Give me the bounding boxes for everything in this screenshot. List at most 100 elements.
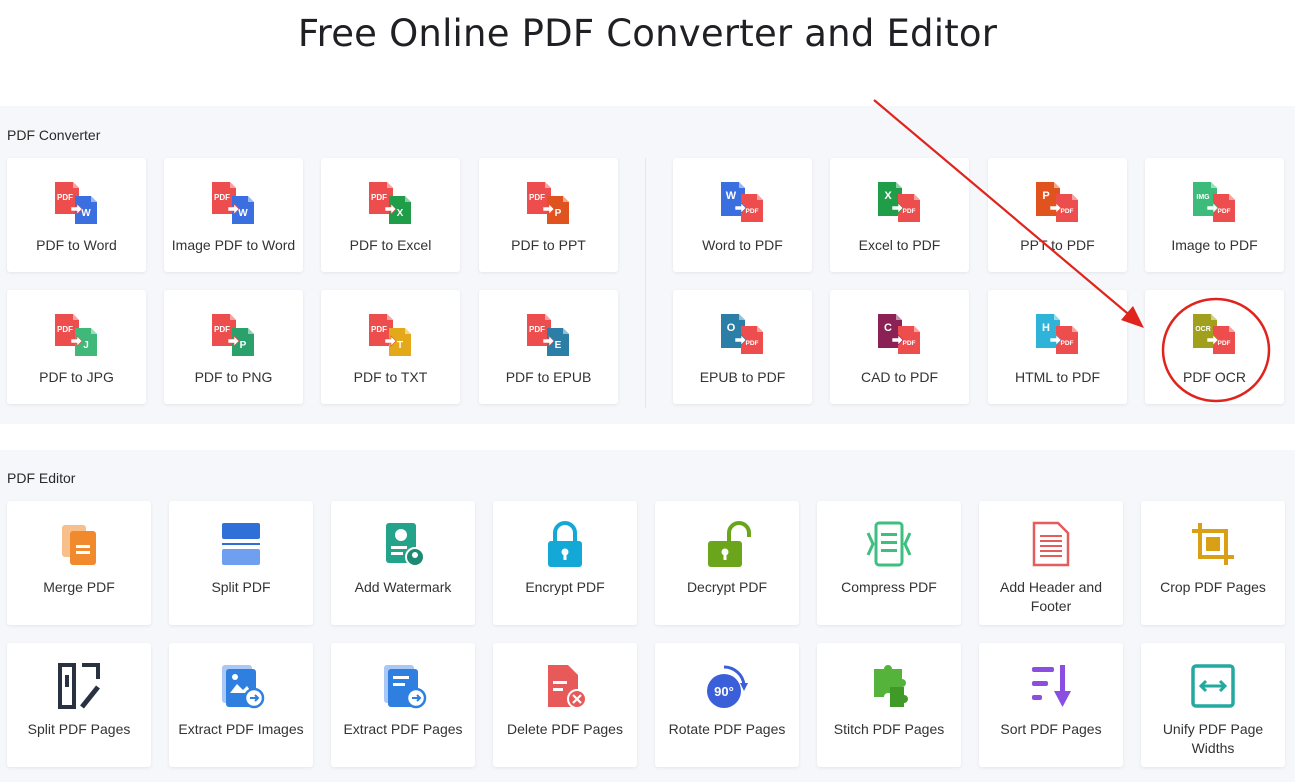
- rotate-pdf-pages-icon: 90°: [707, 665, 748, 708]
- tool-tile-sort-pdf-pages[interactable]: Sort PDF Pages: [979, 643, 1123, 767]
- tool-label: Delete PDF Pages: [507, 721, 623, 737]
- tool-label: Extract PDF Pages: [343, 721, 463, 737]
- tool-label: PDF OCR: [1183, 369, 1246, 385]
- pdf-to-word-icon: PDF W: [54, 182, 97, 224]
- pdf-tag: PDF: [1060, 208, 1073, 215]
- add-watermark-icon: [386, 523, 425, 567]
- section-heading: PDF Editor: [7, 470, 76, 486]
- sort-pdf-pages-icon: [1032, 665, 1071, 707]
- tool-tile-stitch-pdf-pages[interactable]: Stitch PDF Pages: [817, 643, 961, 767]
- pdf-tag: PDF: [1217, 340, 1230, 347]
- tool-label: EPUB to PDF: [699, 369, 786, 385]
- pdf-tag: PDF: [529, 193, 545, 202]
- format-badge: H: [1042, 322, 1050, 334]
- tool-label: Stitch PDF Pages: [833, 721, 945, 737]
- tool-label: PDF to EPUB: [505, 369, 592, 385]
- tool-label: Encrypt PDF: [525, 579, 605, 595]
- tool-tile-encrypt-pdf[interactable]: Encrypt PDF: [493, 501, 637, 625]
- tool-tile-pdf-to-excel[interactable]: PDF X PDF to Excel: [321, 158, 460, 272]
- tool-tile-unify-pdf-page-widths[interactable]: Unify PDF Page Widths: [1141, 643, 1285, 767]
- add-header-footer-icon: [1032, 521, 1070, 567]
- tool-tile-add-watermark[interactable]: Add Watermark: [331, 501, 475, 625]
- tool-tile-pdf-to-png[interactable]: PDF P PDF to PNG: [164, 290, 303, 404]
- tool-tile-image-pdf-to-word[interactable]: PDF W Image PDF to Word: [164, 158, 303, 272]
- pdf-tag: PDF: [214, 325, 230, 334]
- pdf-tag: PDF: [214, 193, 230, 202]
- tool-label: HTML to PDF: [1014, 369, 1101, 385]
- tool-label: Word to PDF: [702, 237, 783, 253]
- tool-tile-cad-to-pdf[interactable]: C PDF CAD to PDF: [830, 290, 969, 404]
- tool-tile-split-pdf[interactable]: Split PDF: [169, 501, 313, 625]
- pdf-to-png-icon: PDF P: [211, 314, 254, 356]
- tool-tile-pdf-to-word[interactable]: PDF W PDF to Word: [7, 158, 146, 272]
- tool-label: PDF to Word: [36, 237, 117, 253]
- tool-tile-epub-to-pdf[interactable]: O PDF EPUB to PDF: [673, 290, 812, 404]
- tool-tile-delete-pdf-pages[interactable]: Delete PDF Pages: [493, 643, 637, 767]
- tool-tile-pdf-to-jpg[interactable]: PDF J PDF to JPG: [7, 290, 146, 404]
- tool-tile-rotate-pdf-pages[interactable]: 90° Rotate PDF Pages: [655, 643, 799, 767]
- tool-tile-merge-pdf[interactable]: Merge PDF: [7, 501, 151, 625]
- format-badge: OCR: [1195, 326, 1211, 333]
- tool-tile-pdf-to-ppt[interactable]: PDF P PDF to PPT: [479, 158, 618, 272]
- format-badge: T: [396, 340, 402, 351]
- tool-tile-crop-pdf-pages[interactable]: Crop PDF Pages: [1141, 501, 1285, 625]
- tool-label: CAD to PDF: [860, 369, 938, 385]
- html-to-pdf-icon: H PDF: [1035, 314, 1078, 354]
- pdf-tag: PDF: [1217, 208, 1230, 215]
- pdf-tag: PDF: [902, 208, 915, 215]
- format-badge: X: [884, 190, 892, 202]
- image-to-pdf-icon: IMG PDF: [1192, 182, 1235, 222]
- pdf-to-excel-icon: PDF X: [368, 182, 411, 224]
- pdf-to-ppt-icon: PDF P: [526, 182, 569, 224]
- tool-label: Extract PDF Images: [178, 721, 304, 737]
- tool-tile-image-to-pdf[interactable]: IMG PDF Image to PDF: [1145, 158, 1284, 272]
- unify-pdf-page-widths-icon: [1191, 664, 1235, 708]
- format-badge: P: [554, 208, 561, 219]
- tool-label: Add Watermark: [354, 579, 452, 595]
- pdf-editor-section: PDF Editor Merge PDF Split PDF Add Waterma…: [0, 450, 1295, 782]
- decrypt-pdf-icon: [708, 521, 751, 567]
- tool-tile-html-to-pdf[interactable]: H PDF HTML to PDF: [988, 290, 1127, 404]
- pdf-tag: PDF: [371, 325, 387, 334]
- split-pdf-icon: [222, 523, 260, 565]
- tool-label: Image to PDF: [1171, 237, 1258, 253]
- tool-label: Unify PDF Page Widths: [1162, 721, 1264, 756]
- format-badge: E: [554, 340, 561, 351]
- tool-label: Compress PDF: [841, 579, 937, 595]
- rotate-degree-label: 90°: [714, 684, 734, 699]
- pdf-tag: PDF: [57, 193, 73, 202]
- tool-label: Decrypt PDF: [686, 579, 768, 595]
- pdf-tag: PDF: [745, 340, 758, 347]
- merge-pdf-icon: [62, 525, 96, 565]
- tool-label: Rotate PDF Pages: [668, 721, 786, 737]
- format-badge: IMG: [1196, 194, 1210, 201]
- tool-tile-extract-pdf-images[interactable]: Extract PDF Images: [169, 643, 313, 767]
- tool-label: Split PDF: [211, 579, 271, 595]
- tool-tile-word-to-pdf[interactable]: W PDF Word to PDF: [673, 158, 812, 272]
- pdf-to-txt-icon: PDF T: [368, 314, 411, 356]
- tool-label: PDF to PNG: [194, 369, 273, 385]
- tool-tile-compress-pdf[interactable]: Compress PDF: [817, 501, 961, 625]
- format-badge: P: [1042, 190, 1049, 202]
- tool-label: Image PDF to Word: [171, 237, 296, 253]
- tool-tile-excel-to-pdf[interactable]: X PDF Excel to PDF: [830, 158, 969, 272]
- tool-tile-ppt-to-pdf[interactable]: P PDF PPT to PDF: [988, 158, 1127, 272]
- tool-label: Add Header and Footer: [1000, 579, 1102, 614]
- tool-tile-pdf-to-txt[interactable]: PDF T PDF to TXT: [321, 290, 460, 404]
- pdf-tag: PDF: [371, 193, 387, 202]
- stitch-pdf-pages-icon: [874, 665, 908, 707]
- tool-tile-decrypt-pdf[interactable]: Decrypt PDF: [655, 501, 799, 625]
- tool-label: Excel to PDF: [858, 237, 941, 253]
- pdf-tag: PDF: [1060, 340, 1073, 347]
- tool-tile-add-header-footer[interactable]: Add Header and Footer: [979, 501, 1123, 625]
- pdf-converter-section: PDF Converter PDF W PDF to Word PDF W Image P…: [0, 106, 1295, 424]
- tool-tile-pdf-to-epub[interactable]: PDF E PDF to EPUB: [479, 290, 618, 404]
- tool-tile-split-pdf-pages[interactable]: Split PDF Pages: [7, 643, 151, 767]
- extract-pdf-pages-icon: [384, 665, 427, 709]
- tool-tile-extract-pdf-pages[interactable]: Extract PDF Pages: [331, 643, 475, 767]
- tool-label: Sort PDF Pages: [1000, 721, 1102, 737]
- cad-to-pdf-icon: C PDF: [877, 314, 920, 354]
- tool-tile-pdf-ocr[interactable]: OCR PDF PDF OCR: [1145, 290, 1284, 404]
- format-badge: W: [81, 208, 91, 219]
- split-pdf-pages-icon: [58, 663, 100, 709]
